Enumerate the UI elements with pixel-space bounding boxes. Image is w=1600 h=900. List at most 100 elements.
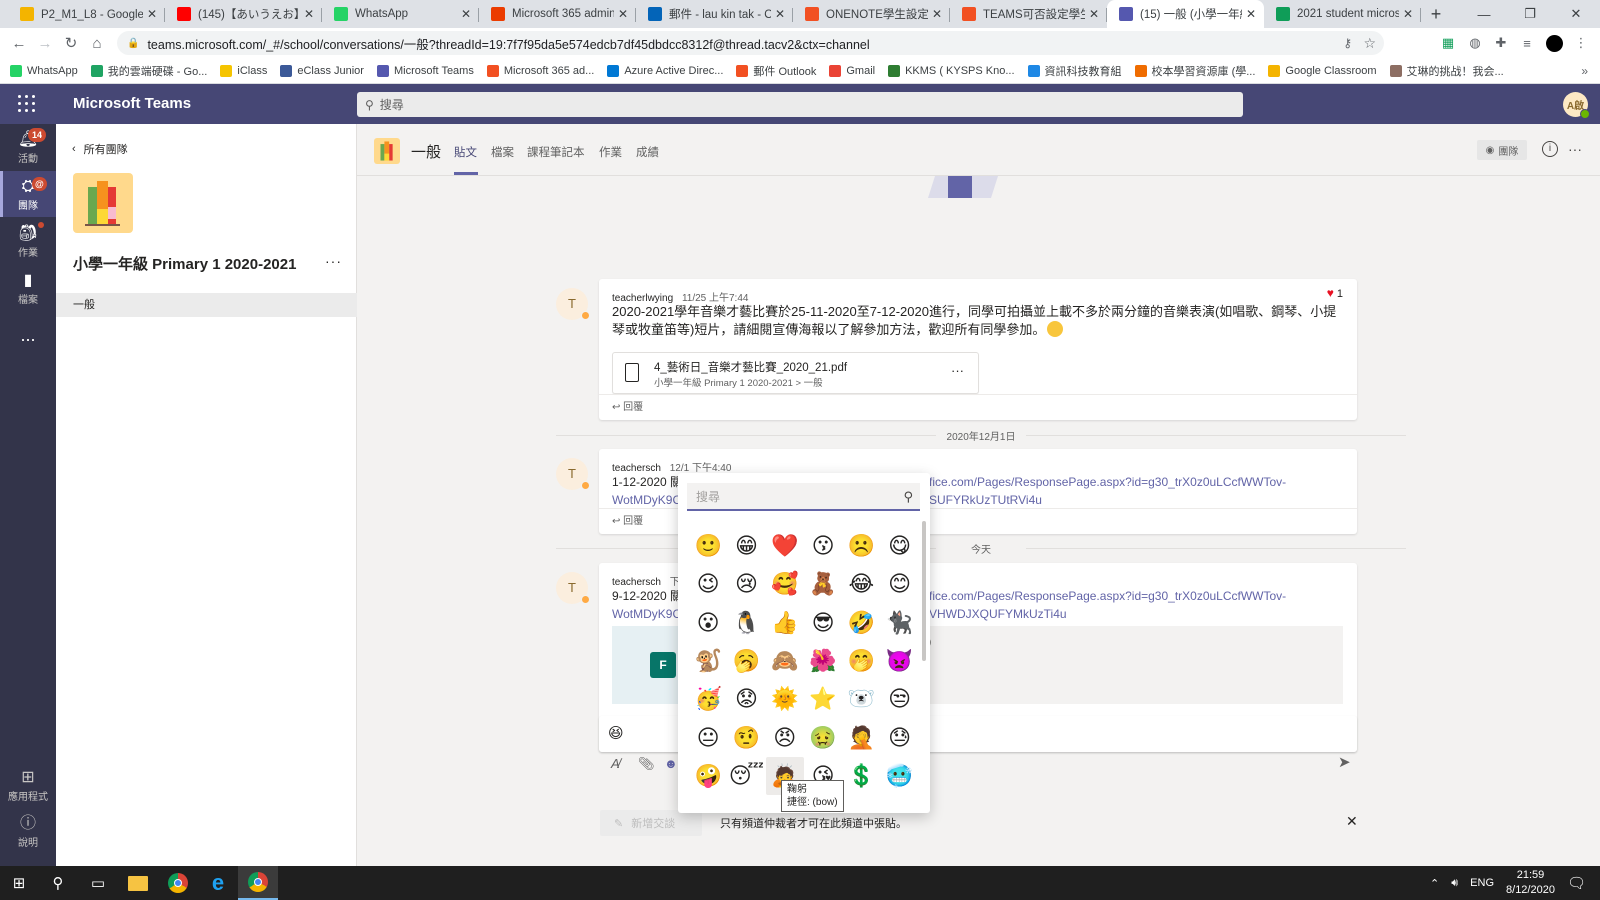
post-link[interactable]: fice.com/Pages/ResponsePage.aspx?id=g30_…: [929, 587, 1286, 605]
close-tab-icon[interactable]: ✕: [618, 7, 628, 21]
browser-tab[interactable]: ONENOTE學生設定密 ✕: [793, 0, 950, 28]
home-button[interactable]: ⌂: [84, 35, 110, 52]
post-link[interactable]: WotMDyK9C: [612, 607, 681, 621]
post-link-fragment[interactable]: WotMDyK9C: [612, 491, 681, 509]
emoji-worry-icon[interactable]: 😟: [727, 680, 765, 718]
bookmark-item[interactable]: 郵件 Outlook: [736, 63, 816, 79]
attach-icon[interactable]: 📎︎: [638, 756, 655, 772]
emoji-star-icon[interactable]: ⭐: [804, 680, 842, 718]
user-avatar[interactable]: A啟: [1563, 92, 1590, 119]
extension-icon[interactable]: ◍: [1465, 33, 1485, 53]
team-more-button[interactable]: ···: [325, 253, 342, 269]
emoji-angry-icon[interactable]: 😠: [766, 718, 804, 756]
tab-posts[interactable]: 貼文: [454, 144, 477, 160]
emoji-sweat-icon[interactable]: 😓: [880, 718, 918, 756]
bookmark-item[interactable]: KKMS ( KYSPS Kno...: [888, 64, 1015, 77]
clock[interactable]: 21:59 8/12/2020: [1506, 868, 1555, 898]
emoji-hug-bear-icon[interactable]: 🧸: [804, 565, 842, 603]
emoji-surprised-icon[interactable]: 😮: [689, 604, 727, 642]
minimize-button[interactable]: —: [1461, 0, 1507, 28]
rail-more[interactable]: ...: [0, 312, 56, 358]
emoji-puke-icon[interactable]: 🤢: [804, 718, 842, 756]
browser-tab[interactable]: TEAMS可否設定學生不 ✕: [950, 0, 1107, 28]
emoji-smile-icon[interactable]: 🙂: [689, 527, 727, 565]
browser-tab[interactable]: 2021 student microso ✕: [1264, 0, 1421, 28]
puzzle-extensions-icon[interactable]: ✚: [1491, 33, 1511, 53]
file-explorer-icon[interactable]: [118, 866, 158, 900]
close-window-button[interactable]: ✕: [1553, 0, 1599, 28]
close-tab-icon[interactable]: ✕: [1089, 7, 1099, 21]
emoji-cash-icon[interactable]: 💲: [842, 757, 880, 795]
rail-apps[interactable]: ⊞ 應用程式: [0, 762, 56, 808]
close-tab-icon[interactable]: ✕: [1246, 7, 1256, 21]
search-input[interactable]: ⚲ 搜尋: [357, 92, 1243, 117]
post-link-fragment[interactable]: WotMDyK9C: [612, 605, 681, 623]
bookmark-item[interactable]: 艾琳的挑战！我会...: [1389, 63, 1504, 79]
back-button[interactable]: ←: [6, 35, 32, 52]
key-icon[interactable]: ⚷: [1343, 36, 1352, 50]
emoji-monkey-icon[interactable]: 🐒: [689, 642, 727, 680]
author-avatar[interactable]: T: [556, 572, 590, 604]
new-tab-button[interactable]: +: [1421, 0, 1451, 28]
author-avatar[interactable]: T: [556, 288, 590, 320]
bookmark-item[interactable]: Gmail: [829, 64, 875, 77]
internet-explorer-icon[interactable]: e: [198, 866, 238, 900]
tab-files[interactable]: 檔案: [491, 144, 514, 160]
bookmark-item[interactable]: eClass Junior: [280, 64, 364, 77]
rail-files[interactable]: ▮ 檔案: [0, 265, 56, 311]
close-tab-icon[interactable]: ✕: [775, 7, 785, 21]
input-language[interactable]: ENG: [1470, 877, 1494, 889]
bookmarks-overflow-button[interactable]: »: [1581, 64, 1588, 78]
url-text[interactable]: teams.microsoft.com/_#/school/conversati…: [147, 34, 869, 53]
send-icon[interactable]: ➤: [1338, 753, 1351, 771]
task-view-icon[interactable]: ▭: [78, 866, 118, 900]
channel-more-button[interactable]: ···: [1568, 141, 1582, 157]
tab-grades[interactable]: 成績: [636, 144, 659, 160]
bookmark-item[interactable]: iClass: [220, 64, 267, 77]
emoji-freezing-icon[interactable]: 🥶: [880, 757, 918, 795]
post-link[interactable]: VHWDJXQUFYMkUzTi4u: [929, 605, 1067, 623]
bookmark-item[interactable]: Azure Active Direc...: [607, 64, 723, 77]
chrome-active-icon[interactable]: [238, 866, 278, 900]
bookmark-item[interactable]: 校本學習資源庫 (學...: [1134, 63, 1255, 79]
emoji-wink-icon[interactable]: 😉: [689, 565, 727, 603]
taskbar-search-icon[interactable]: ⚲: [38, 866, 78, 900]
emoji-sun-icon[interactable]: 🌞: [766, 680, 804, 718]
sheets-extension-icon[interactable]: ▦: [1438, 33, 1458, 53]
rail-activity[interactable]: 🔔︎ 活動 14: [0, 124, 56, 170]
file-more-button[interactable]: ···: [951, 363, 964, 378]
format-icon[interactable]: A̸: [611, 756, 620, 771]
close-tab-icon[interactable]: ✕: [147, 7, 157, 21]
close-tab-icon[interactable]: ✕: [461, 7, 471, 21]
chrome-icon[interactable]: [158, 866, 198, 900]
emoji-lol-rolling-icon[interactable]: 🤣: [842, 604, 880, 642]
close-notice-button[interactable]: ✕: [1346, 813, 1358, 830]
emoji-unamused-icon[interactable]: 😒: [880, 680, 918, 718]
profile-icon[interactable]: [1544, 33, 1564, 53]
emoji-blush-icon[interactable]: 😊: [880, 565, 918, 603]
emoji-heart-icon[interactable]: ❤️: [766, 527, 804, 565]
emoji-kiss-icon[interactable]: 😗: [804, 527, 842, 565]
emoji-button-icon[interactable]: ☻: [664, 756, 678, 771]
emoji-doubt-icon[interactable]: 🤨: [727, 718, 765, 756]
bookmark-item[interactable]: WhatsApp: [10, 64, 78, 77]
bookmark-item[interactable]: Microsoft 365 ad...: [486, 64, 594, 77]
browser-tab[interactable]: Microsoft 365 admin ✕: [479, 0, 636, 28]
close-tab-icon[interactable]: ✕: [1403, 7, 1413, 21]
tab-assignments[interactable]: 作業: [599, 144, 622, 160]
emoji-rofl-icon[interactable]: 😂: [842, 565, 880, 603]
bookmark-item[interactable]: Google Classroom: [1268, 64, 1377, 77]
emoji-penguin-icon[interactable]: 🐧: [727, 604, 765, 642]
browser-tab[interactable]: WhatsApp ✕: [322, 0, 479, 28]
browser-tab[interactable]: P2_M1_L8 - Google 簡 ✕: [8, 0, 165, 28]
emoji-in-love-icon[interactable]: 🥰: [766, 565, 804, 603]
post-link[interactable]: fice.com/Pages/ResponsePage.aspx?id=g30_…: [929, 473, 1286, 491]
emoji-scrollbar[interactable]: [922, 521, 926, 661]
browser-tab[interactable]: 郵件 - lau kin tak - Ou ✕: [636, 0, 793, 28]
new-conversation-button[interactable]: ✎ 新增交談: [600, 810, 702, 836]
restore-button[interactable]: ❐: [1507, 0, 1553, 28]
volume-icon[interactable]: 🔊︎: [1451, 877, 1458, 890]
emoji-tongue-out-icon[interactable]: 😋: [880, 527, 918, 565]
rail-help[interactable]: ⓘ 說明: [0, 808, 56, 854]
rail-assignments[interactable]: 🎒︎ 作業: [0, 218, 56, 264]
